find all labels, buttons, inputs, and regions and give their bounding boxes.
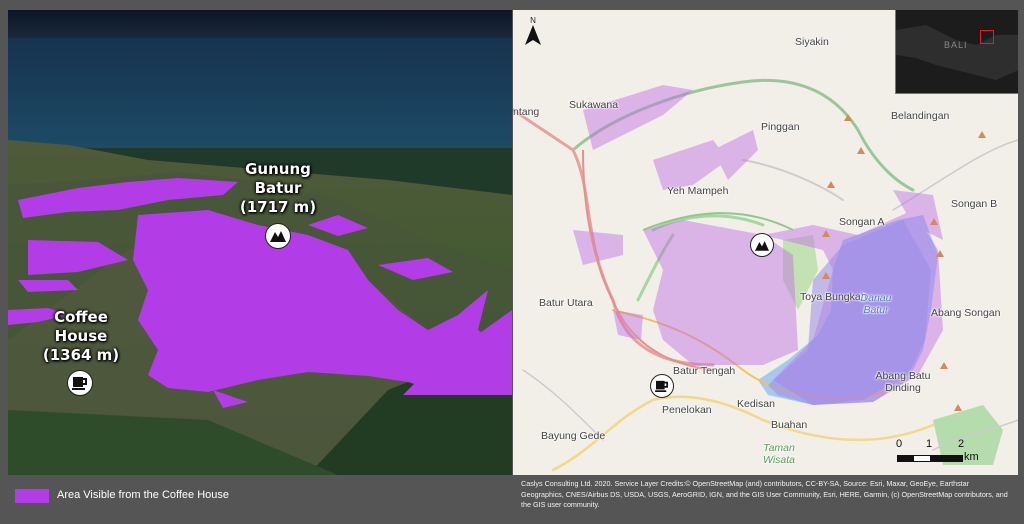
place-label: Belandingan [891,110,950,122]
place-label: Buahan [771,419,808,431]
peak-marker-icon [857,147,865,154]
mountain-icon[interactable] [265,223,291,249]
coffee-cup-icon[interactable] [650,374,674,398]
inset-extent-box [980,30,994,44]
peak-label-line: Batur [254,179,302,197]
place-label: Siyakin [795,36,829,48]
place-label: Songan A [839,216,885,228]
peak-marker-icon [954,404,962,411]
legend-label: Area Visible from the Coffee House [57,489,230,501]
peak-label-line: (1717 m) [239,198,317,216]
place-label: Penelokan [662,404,712,416]
place-label: Batur Tengah [673,365,736,377]
peak-marker-icon [822,272,830,279]
scale-bar: 0 1 2 km [896,438,996,468]
scale-tick-label: 2 [958,438,965,450]
peak-label: Gunung Batur (1717 m) [233,160,323,217]
place-label: Songan B [951,198,998,210]
coffee-cup-icon[interactable] [67,370,93,396]
north-arrow-icon: N [523,16,543,50]
map-view[interactable]: N BALI Siyakin Sukawana Belandingan Ping… [513,10,1018,475]
terrain-graphic [8,10,512,475]
park-label: Taman Wisata [763,442,795,466]
peak-marker-icon [827,181,835,188]
scale-unit: km [964,451,979,463]
peak-marker-icon [822,230,830,237]
locator-inset: BALI [895,10,1018,94]
place-label: ntang [513,106,540,118]
peak-marker-icon [844,114,852,121]
inset-island-graphic [896,25,1018,80]
place-label: Pinggan [761,121,800,133]
coffee-house-label: Coffee House (1364 m) [36,308,126,365]
terrain-3d-view[interactable]: Gunung Batur (1717 m) Coffee House (1364… [8,10,512,475]
place-label: Abang Batu Dinding [875,370,931,394]
scale-tick-label: 1 [926,438,933,450]
peak-marker-icon [978,131,986,138]
scale-tick-label: 0 [896,438,903,450]
peak-marker-icon [940,362,948,369]
coffee-label-line: Coffee [54,308,108,326]
coffee-label-line: House [54,327,108,345]
place-label: Sukawana [569,99,619,111]
peak-label-line: Gunung [245,160,311,178]
scale-bar-graphic [897,455,963,462]
inset-label: BALI [944,40,968,50]
north-label: N [530,16,536,25]
place-label: Kedisan [737,398,775,410]
lake-label: Danau Batur [860,292,892,316]
place-label: Batur Utara [539,297,593,309]
legend-swatch [15,489,49,503]
place-label: Yeh Mampeh [667,185,729,197]
peak-marker-icon [930,218,938,225]
mountain-icon[interactable] [750,233,774,257]
attribution-text: Caslys Consulting Ltd. 2020. Service Lay… [521,479,1008,509]
place-label: Bayung Gede [541,430,606,442]
coffee-label-line: (1364 m) [42,346,120,364]
place-label: Abang Songan [931,307,1001,319]
peak-marker-icon [936,250,944,257]
